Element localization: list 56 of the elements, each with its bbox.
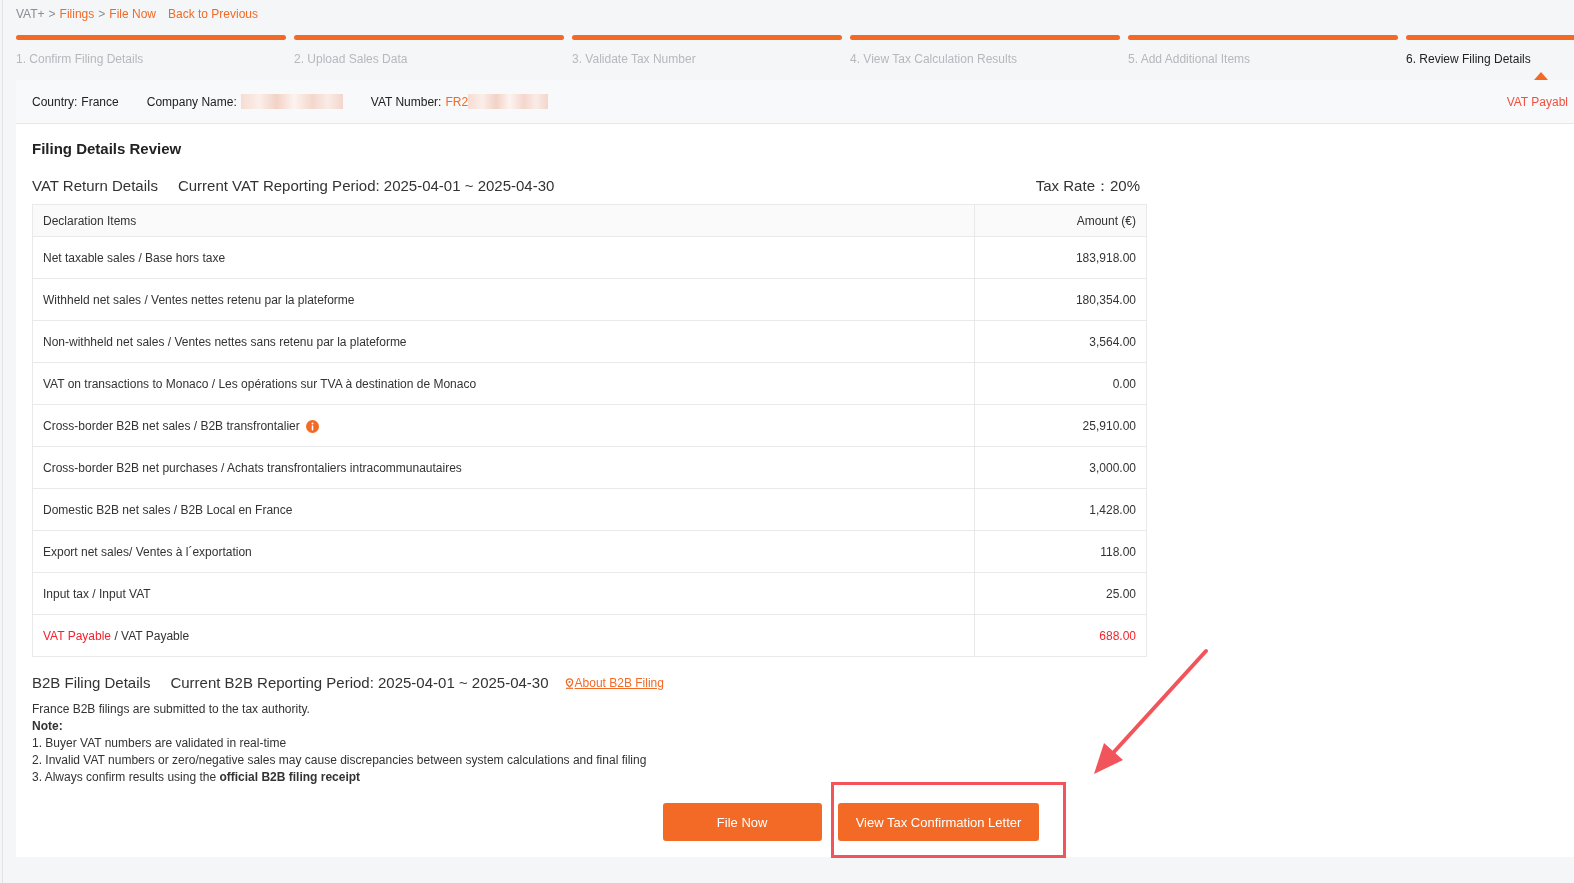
column-header: Declaration Items (43, 213, 137, 228)
declaration-item: Non-withheld net sales / Ventes nettes sans retenu par la plateforme (43, 334, 407, 349)
step-label: 4. View Tax Calculation Results (850, 51, 1018, 67)
amount-value: 1,428.00 (1089, 502, 1136, 517)
declaration-item: Withheld net sales / Ventes nettes retenu par la plateforme (43, 292, 355, 307)
section-title: Filing Details Review (32, 140, 183, 158)
amount-value: 688.00 (1099, 628, 1136, 643)
amount-value: 180,354.00 (1075, 292, 1136, 307)
declaration-item: Domestic B2B net sales / B2B Local en France (43, 502, 293, 517)
reporting-period: Current B2B Reporting Period: 2025-04-01 ~ 2025-04-30 (170, 673, 549, 693)
declaration-item: VAT on transactions to Monaco / Les opérations sur TVA à destination de Monaco (43, 376, 477, 391)
action-button[interactable]: File Now (662, 803, 822, 841)
pin-icon[interactable] (564, 677, 574, 689)
declaration-item: VAT Payable / VAT Payable (43, 628, 190, 643)
amount-value: 183,918.00 (1075, 250, 1136, 265)
step-label: 3. Validate Tax Number (572, 51, 697, 67)
note-item: 3. Always confirm results using the official B2B filing receipt (32, 769, 362, 786)
step-label: 5. Add Additional Items (1128, 51, 1252, 67)
step-label: 1. Confirm Filing Details (16, 51, 145, 67)
note-heading: Note: (32, 718, 64, 735)
amount-value: 0.00 (1112, 376, 1136, 391)
note-item: 1. Buyer VAT numbers are validated in real-time (32, 735, 288, 752)
breadcrumb-separator: > (48, 7, 56, 21)
tax-rate: Tax Rate：20% (1035, 176, 1140, 196)
declaration-item: Input tax / Input VAT (43, 586, 151, 601)
declaration-item: Cross-border B2B net sales / B2B transfrontalier (43, 418, 301, 433)
reporting-period: Current VAT Reporting Period: 2025-04-01 ~ 2025-04-30 (177, 176, 555, 196)
subsection-title: B2B Filing Details (32, 673, 151, 693)
breadcrumb-separator: > (98, 7, 106, 21)
step-label: 2. Upload Sales Data (294, 51, 409, 67)
action-button[interactable]: View Tax Confirmation Letter (837, 803, 1040, 841)
intro-text: France B2B filings are submitted to the tax authority. (32, 701, 311, 718)
back-link[interactable]: Back to Previous (168, 7, 259, 21)
info-icon[interactable] (306, 419, 320, 433)
breadcrumb-item[interactable]: Filings (59, 7, 95, 21)
amount-value: 118.00 (1100, 544, 1136, 559)
declaration-item: Cross-border B2B net purchases / Achats transfrontaliers intracommunautaires (43, 460, 462, 475)
amount-value: 3,564.00 (1089, 334, 1136, 349)
column-header: Amount (€) (1076, 213, 1136, 228)
field-value: France (81, 94, 119, 109)
declaration-item: Net taxable sales / Base hors taxe (43, 250, 226, 265)
field-label: Country: (32, 94, 78, 109)
field-label: VAT Number: (370, 94, 442, 109)
step-label: 6. Review Filing Details (1406, 51, 1532, 67)
field-label: Company Name: (146, 94, 237, 109)
vat-payable-note: VAT Payabl (1506, 94, 1568, 109)
amount-value: 3,000.00 (1089, 460, 1136, 475)
breadcrumb-item[interactable]: VAT+ (16, 7, 45, 21)
field-value: FR2 (445, 94, 469, 109)
amount-value: 25.00 (1105, 586, 1136, 601)
breadcrumb-item[interactable]: File Now (109, 7, 156, 21)
amount-value: 25,910.00 (1082, 418, 1136, 433)
subsection-title: VAT Return Details (32, 176, 158, 196)
declaration-item: Export net sales/ Ventes à l´exportation (43, 544, 252, 559)
about-b2b-link[interactable]: About B2B Filing (574, 673, 664, 693)
note-item: 2. Invalid VAT numbers or zero/negative sales may cause discrepancies between system calculations and final filing (32, 752, 648, 769)
